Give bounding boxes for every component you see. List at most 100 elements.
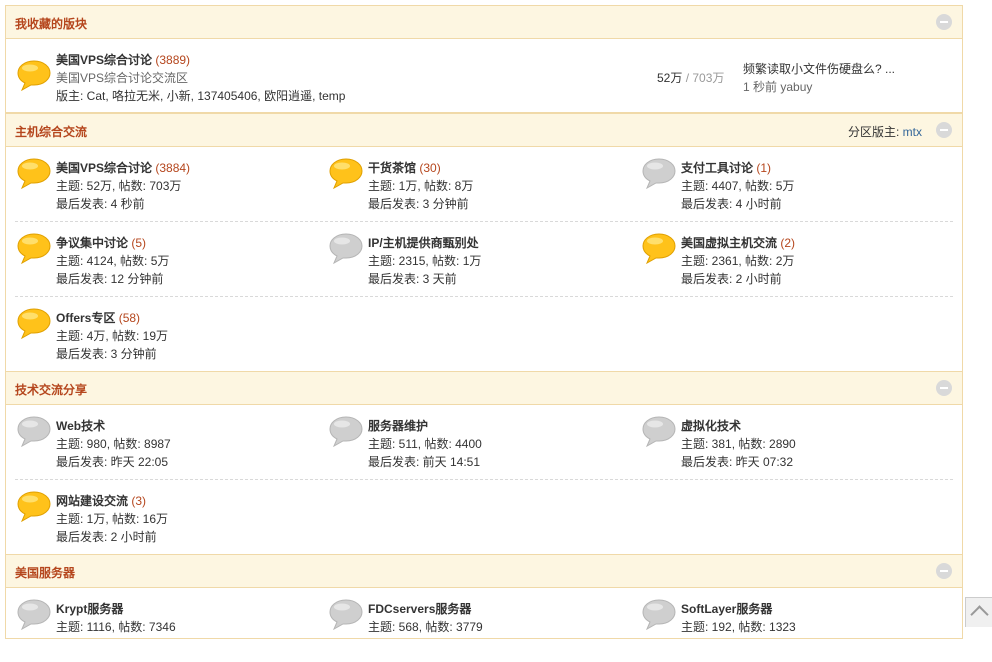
last-post-meta[interactable]: 1 秒前 yabuy bbox=[743, 78, 895, 96]
section-title[interactable]: 我收藏的版块 bbox=[15, 15, 87, 32]
last-post-time[interactable]: 最后发表: 3 天前 bbox=[368, 270, 481, 288]
section-title[interactable]: 美国服务器 bbox=[15, 564, 75, 581]
forum-info: 美国VPS综合讨论 (3884) 主题: 52万, 帖数: 703万最后发表: 4… bbox=[56, 159, 190, 213]
last-post-time[interactable]: 最后发表: 12 分钟前 bbox=[56, 270, 169, 288]
forum-info: 支付工具讨论 (1) 主题: 4407, 帖数: 5万 最后发表: 4 小时前 bbox=[681, 159, 794, 213]
forum-name-link[interactable]: 网站建设交流 bbox=[56, 494, 128, 508]
last-post-time[interactable]: 最后发表: 2 小时前 bbox=[681, 270, 795, 288]
last-post-time[interactable]: 最后发表: 前天 14:51 bbox=[368, 453, 482, 471]
forum-section: 美国服务器 Krypt服务器主题: 1116, 帖数: 7346 FDCserver… bbox=[5, 555, 963, 639]
last-post-time[interactable]: 最后发表: 4 小时前 bbox=[681, 195, 794, 213]
forum-cell: Web技术主题: 980, 帖数: 8987 最后发表: 昨天 22:05 bbox=[15, 405, 325, 479]
forum-cell: 服务器维护主题: 511, 帖数: 4400 最后发表: 前天 14:51 bbox=[327, 405, 637, 479]
speech-bubble-icon bbox=[17, 416, 51, 447]
forum-name-link[interactable]: 美国VPS综合讨论 bbox=[56, 161, 152, 175]
forum-stats: 主题: 980, 帖数: 8987 bbox=[56, 437, 171, 451]
forum-name-link[interactable]: Offers专区 bbox=[56, 311, 115, 325]
last-post-time[interactable]: 最后发表: 昨天 22:05 bbox=[56, 453, 171, 471]
forum-stats: 主题: 1万, 帖数: 16万 bbox=[56, 512, 169, 526]
forum-cell: 支付工具讨论 (1) 主题: 4407, 帖数: 5万 最后发表: 4 小时前 bbox=[640, 147, 950, 221]
last-post-time[interactable]: 最后发表: 4 秒前 bbox=[56, 195, 190, 213]
speech-bubble-icon bbox=[642, 158, 676, 189]
forum-info: Web技术主题: 980, 帖数: 8987 最后发表: 昨天 22:05 bbox=[56, 417, 171, 471]
forum-description: 美国VPS综合讨论交流区 bbox=[56, 71, 189, 85]
speech-bubble-new-icon bbox=[17, 233, 51, 264]
post-count: 703万 bbox=[692, 71, 725, 85]
speech-bubble-icon bbox=[642, 416, 676, 447]
forum-stats: 主题: 1万, 帖数: 8万 bbox=[368, 179, 474, 193]
today-post-count: (5) bbox=[131, 236, 147, 250]
forum-stats: 主题: 2315, 帖数: 1万 bbox=[368, 254, 482, 268]
forum-stats: 主题: 52万, 帖数: 703万 bbox=[56, 179, 182, 193]
speech-bubble-new-icon bbox=[17, 60, 51, 91]
speech-bubble-icon bbox=[329, 599, 363, 630]
section-moderator-link[interactable]: mtx bbox=[903, 125, 922, 139]
section-title[interactable]: 主机综合交流 bbox=[15, 123, 87, 140]
forum-name-link[interactable]: Krypt服务器 bbox=[56, 602, 123, 616]
section-header: 主机综合交流 分区版主: mtx bbox=[6, 114, 962, 147]
last-post-title[interactable]: 频繁读取小文件伤硬盘么? ... bbox=[743, 60, 895, 78]
forum-name-link[interactable]: 美国VPS综合讨论 bbox=[56, 53, 152, 67]
forum-name-link[interactable]: FDCservers服务器 bbox=[368, 602, 471, 616]
thread-count: 52万 bbox=[657, 71, 683, 85]
forum-row: 网站建设交流 (3) 主题: 1万, 帖数: 16万 最后发表: 2 小时前 bbox=[15, 480, 953, 554]
collapse-icon[interactable] bbox=[936, 122, 952, 138]
section-title[interactable]: 技术交流分享 bbox=[15, 381, 87, 398]
collapse-icon[interactable] bbox=[936, 14, 952, 30]
forum-info: 美国虚拟主机交流 (2) 主题: 2361, 帖数: 2万最后发表: 2 小时前 bbox=[681, 234, 795, 288]
forum-info: Offers专区 (58) 主题: 4万, 帖数: 19万 最后发表: 3 分钟前 bbox=[56, 309, 168, 363]
forum-cell: 网站建设交流 (3) 主题: 1万, 帖数: 16万 最后发表: 2 小时前 bbox=[15, 480, 325, 554]
forum-cell: SoftLayer服务器主题: 192, 帖数: 1323 bbox=[640, 588, 950, 662]
today-post-count: (3884) bbox=[155, 161, 191, 175]
forum-info: FDCservers服务器 主题: 568, 帖数: 3779 bbox=[368, 600, 483, 636]
forum-info: 虚拟化技术主题: 381, 帖数: 2890 最后发表: 昨天 07:32 bbox=[681, 417, 796, 471]
forum-name-link[interactable]: Web技术 bbox=[56, 419, 105, 433]
last-post-time[interactable]: 最后发表: 2 小时前 bbox=[56, 528, 168, 546]
forum-name-link[interactable]: IP/主机提供商甄别处 bbox=[368, 236, 479, 250]
forum-stats: 主题: 2361, 帖数: 2万 bbox=[681, 254, 795, 268]
speech-bubble-icon bbox=[17, 599, 51, 630]
forum-row: 争议集中讨论 (5) 主题: 4124, 帖数: 5万 最后发表: 12 分钟前 IP… bbox=[15, 222, 953, 297]
forum-cell: IP/主机提供商甄别处 主题: 2315, 帖数: 1万最后发表: 3 天前 bbox=[327, 222, 637, 296]
section-header: 我收藏的版块 bbox=[6, 6, 962, 39]
forum-row: 美国VPS综合讨论 (3884) 主题: 52万, 帖数: 703万最后发表: 4… bbox=[15, 147, 953, 222]
forum-name-link[interactable]: 支付工具讨论 bbox=[681, 161, 753, 175]
today-post-count: (30) bbox=[419, 161, 441, 175]
forum-stats: 主题: 192, 帖数: 1323 bbox=[681, 620, 796, 634]
last-post-time[interactable]: 最后发表: 昨天 07:32 bbox=[681, 453, 796, 471]
today-post-count: (2) bbox=[780, 236, 796, 250]
speech-bubble-icon bbox=[642, 599, 676, 630]
stats-separator: / bbox=[682, 71, 693, 85]
forum-name-link[interactable]: 干货茶馆 bbox=[368, 161, 416, 175]
forum-cell: 争议集中讨论 (5) 主题: 4124, 帖数: 5万 最后发表: 12 分钟前 bbox=[15, 222, 325, 296]
last-post-time[interactable]: 最后发表: 3 分钟前 bbox=[368, 195, 473, 213]
forum-stats: 主题: 4万, 帖数: 19万 bbox=[56, 329, 169, 343]
last-post-time[interactable]: 最后发表: 3 分钟前 bbox=[56, 345, 168, 363]
forum-cell: FDCservers服务器 主题: 568, 帖数: 3779 bbox=[327, 588, 637, 662]
forum-row: Offers专区 (58) 主题: 4万, 帖数: 19万 最后发表: 3 分钟前 bbox=[15, 297, 953, 371]
forum-section: 技术交流分享 Web技术主题: 980, 帖数: 8987 最后发表: 昨天 22:… bbox=[5, 372, 963, 555]
forum-name-link[interactable]: 争议集中讨论 bbox=[56, 236, 128, 250]
forum-stats: 主题: 1116, 帖数: 7346 bbox=[56, 620, 176, 634]
forum-name-link[interactable]: 美国虚拟主机交流 bbox=[681, 236, 777, 250]
section-moderator-label: 分区版主: bbox=[847, 125, 903, 139]
forum-cell: 美国虚拟主机交流 (2) 主题: 2361, 帖数: 2万最后发表: 2 小时前 bbox=[640, 222, 950, 296]
forum-info: 干货茶馆 (30) 主题: 1万, 帖数: 8万最后发表: 3 分钟前 bbox=[368, 159, 473, 213]
forum-info: 网站建设交流 (3) 主题: 1万, 帖数: 16万 最后发表: 2 小时前 bbox=[56, 492, 168, 546]
collapse-icon[interactable] bbox=[936, 380, 952, 396]
forum-stats: 52万 / 703万 bbox=[657, 69, 724, 86]
scroll-to-top-button[interactable] bbox=[965, 597, 992, 627]
speech-bubble-new-icon bbox=[642, 233, 676, 264]
forum-row: Web技术主题: 980, 帖数: 8987 最后发表: 昨天 22:05 服务器维… bbox=[15, 405, 953, 480]
forum-stats: 主题: 511, 帖数: 4400 bbox=[368, 437, 482, 451]
forum-stats: 主题: 381, 帖数: 2890 bbox=[681, 437, 796, 451]
forum-cell: 虚拟化技术主题: 381, 帖数: 2890 最后发表: 昨天 07:32 bbox=[640, 405, 950, 479]
forum-name-link[interactable]: SoftLayer服务器 bbox=[681, 602, 772, 616]
speech-bubble-icon bbox=[329, 233, 363, 264]
collapse-icon[interactable] bbox=[936, 563, 952, 579]
forum-name-link[interactable]: 服务器维护 bbox=[368, 419, 428, 433]
speech-bubble-new-icon bbox=[17, 308, 51, 339]
forum-name-link[interactable]: 虚拟化技术 bbox=[681, 419, 741, 433]
last-post: 频繁读取小文件伤硬盘么? ... 1 秒前 yabuy bbox=[743, 60, 895, 96]
speech-bubble-icon bbox=[329, 416, 363, 447]
